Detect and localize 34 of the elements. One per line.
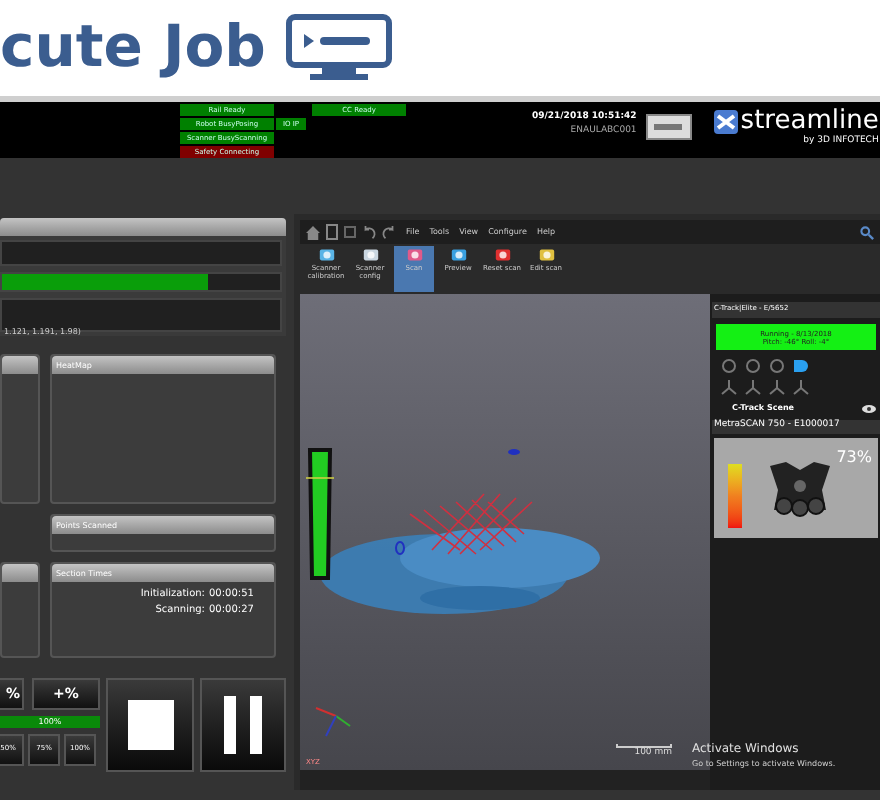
pause-icon bbox=[224, 696, 262, 754]
logo-text: streamline bbox=[740, 108, 879, 136]
tracker-tool-icon bbox=[768, 378, 786, 396]
tool-icon bbox=[449, 246, 467, 264]
panel-header bbox=[2, 356, 38, 374]
scanner-icon bbox=[646, 114, 693, 140]
stop-icon bbox=[127, 700, 173, 750]
scanner-reading: 73% bbox=[836, 446, 872, 470]
target-icon bbox=[792, 358, 808, 374]
tool-icon bbox=[493, 246, 511, 264]
panel-header bbox=[2, 564, 38, 582]
heat-scale bbox=[728, 464, 742, 528]
tool-icon bbox=[405, 246, 423, 264]
pause-button[interactable] bbox=[200, 678, 286, 772]
tracker-tool-icon bbox=[744, 378, 762, 396]
save-icon bbox=[344, 226, 356, 238]
gauge-drawing bbox=[304, 448, 336, 580]
tool-icon bbox=[361, 246, 379, 264]
monitor-icon bbox=[285, 14, 392, 82]
tracker-tool-icon bbox=[720, 378, 738, 396]
stop-button[interactable] bbox=[106, 678, 194, 772]
page-title: cute Job bbox=[0, 10, 266, 85]
tracker-tool-icon bbox=[792, 378, 810, 396]
scanner-drawing bbox=[766, 458, 834, 518]
document-icon bbox=[326, 224, 338, 240]
tool-icon bbox=[537, 246, 555, 264]
tool-icon bbox=[317, 246, 335, 264]
search-icon bbox=[860, 225, 874, 239]
home-icon bbox=[306, 225, 320, 239]
scale-bar bbox=[616, 744, 672, 749]
eye-icon bbox=[862, 403, 876, 413]
redo-icon bbox=[382, 225, 396, 239]
undo-icon bbox=[362, 225, 376, 239]
logo-icon bbox=[714, 110, 739, 134]
